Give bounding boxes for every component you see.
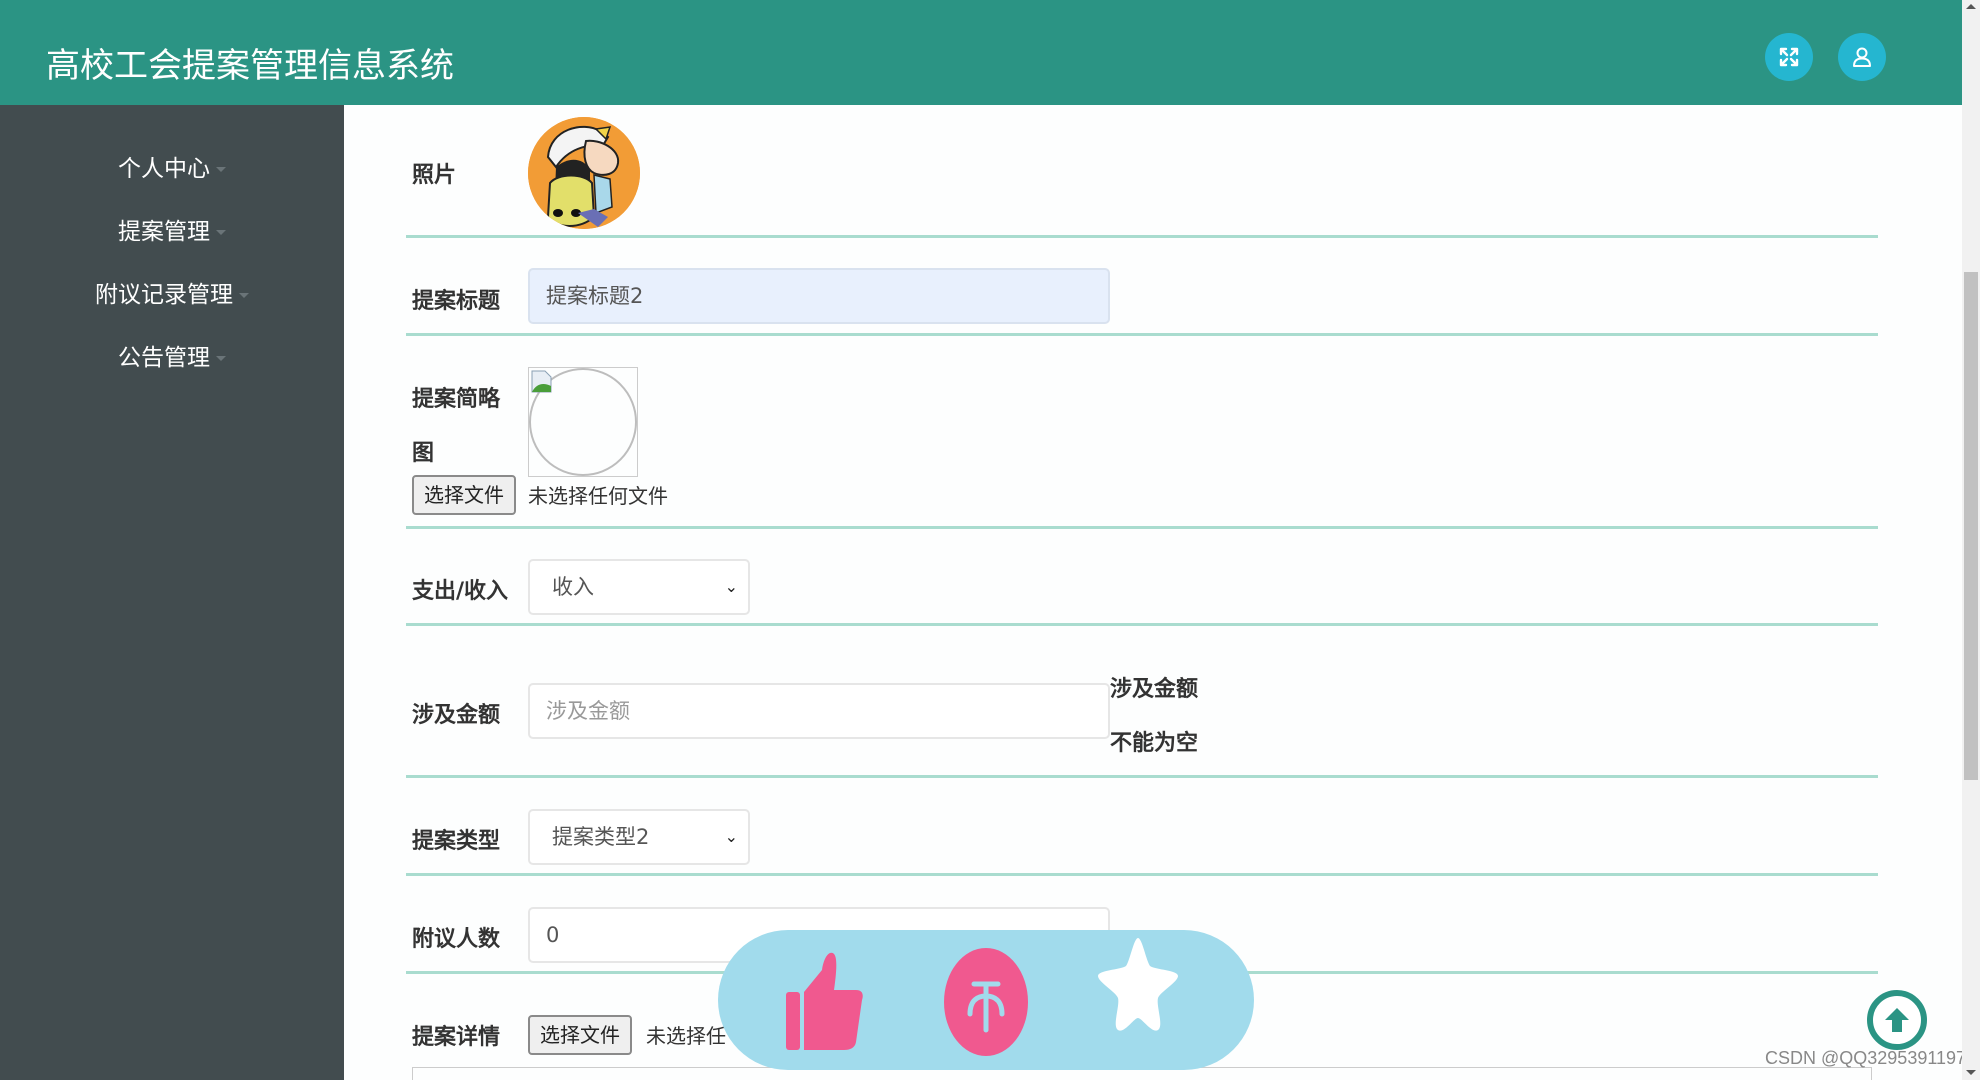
thumbnail-label-line1: 提案简略 <box>412 387 501 412</box>
sidebar-item-endorsement-records[interactable]: 附议记录管理 <box>0 275 344 309</box>
supporter-count-value: 0 <box>546 923 560 947</box>
fullscreen-expand-icon <box>1779 47 1799 67</box>
row-divider <box>406 526 1878 529</box>
scroll-down-arrow-icon[interactable] <box>1966 1070 1976 1075</box>
expense-income-selected: 收入 <box>552 575 594 599</box>
thumbnail-label-line2: 图 <box>412 441 435 466</box>
thumbnail-choose-file-button[interactable]: 选择文件 <box>412 475 516 515</box>
amount-error-line1: 涉及金额 <box>1110 677 1199 702</box>
sidebar-item-personal-center[interactable]: 个人中心 <box>0 149 344 183</box>
supporter-count-label: 附议人数 <box>412 927 501 952</box>
photo-avatar[interactable] <box>528 117 640 229</box>
sidebar-item-label: 个人中心 <box>118 156 210 182</box>
broken-image-icon <box>531 370 552 393</box>
amount-label: 涉及金额 <box>412 703 501 728</box>
sidebar-item-label: 提案管理 <box>118 219 210 245</box>
page-scrollbar[interactable] <box>1962 0 1980 1080</box>
favorite-button[interactable] <box>1094 934 1182 1034</box>
row-divider <box>406 623 1878 626</box>
proposal-type-label: 提案类型 <box>412 829 501 854</box>
proposal-type-select[interactable]: 提案类型2 ⌄ <box>528 809 750 865</box>
thumbnail-preview <box>528 367 638 477</box>
scrollbar-thumb[interactable] <box>1964 272 1978 780</box>
arrow-up-icon <box>1885 1008 1909 1032</box>
back-to-top-button[interactable] <box>1867 990 1927 1050</box>
scroll-up-arrow-icon[interactable] <box>1966 4 1976 9</box>
amount-error-line2: 不能为空 <box>1110 731 1199 756</box>
expense-income-select[interactable]: 收入 ⌄ <box>528 559 750 615</box>
details-file-status: 未选择任 <box>646 1024 726 1048</box>
watermark: CSDN @QQ3295391197 <box>1765 1048 1967 1068</box>
fullscreen-button[interactable] <box>1765 33 1813 81</box>
coin-button[interactable] <box>944 948 1028 1056</box>
row-divider <box>406 235 1878 238</box>
sidebar-item-proposal-management[interactable]: 提案管理 <box>0 212 344 246</box>
row-divider <box>406 873 1878 876</box>
coin-icon <box>967 981 1005 1033</box>
row-divider <box>406 775 1878 778</box>
chevron-down-icon: ⌄ <box>724 827 738 846</box>
title-input-value: 提案标题2 <box>546 284 644 308</box>
sidebar-item-announcements[interactable]: 公告管理 <box>0 338 344 372</box>
photo-label: 照片 <box>412 163 457 188</box>
caret-down-icon <box>239 293 249 298</box>
user-icon <box>1853 47 1871 67</box>
sidebar-item-label: 公告管理 <box>118 345 210 371</box>
thumbs-up-icon <box>786 952 863 1050</box>
details-choose-file-button[interactable]: 选择文件 <box>528 1015 632 1055</box>
sidebar-item-label: 附议记录管理 <box>95 282 233 308</box>
title-input[interactable]: 提案标题2 <box>528 268 1110 324</box>
thumbnail-file-status: 未选择任何文件 <box>528 484 668 508</box>
chevron-down-icon: ⌄ <box>724 577 738 596</box>
caret-down-icon <box>216 230 226 235</box>
details-label: 提案详情 <box>412 1025 501 1050</box>
caret-down-icon <box>216 356 226 361</box>
star-icon <box>1098 938 1178 1031</box>
expense-income-label: 支出/收入 <box>412 579 509 604</box>
cartoon-avatar-image <box>528 117 640 229</box>
app-header: 高校工会提案管理信息系统 <box>0 0 1962 105</box>
floating-action-bar <box>718 930 1254 1070</box>
proposal-type-selected: 提案类型2 <box>552 825 650 849</box>
amount-input-placeholder: 涉及金额 <box>546 699 630 723</box>
app-title: 高校工会提案管理信息系统 <box>46 46 454 86</box>
title-label: 提案标题 <box>412 289 501 314</box>
row-divider <box>406 333 1878 336</box>
caret-down-icon <box>216 167 226 172</box>
like-button[interactable] <box>784 950 864 1052</box>
amount-input[interactable]: 涉及金额 <box>528 683 1110 739</box>
user-menu-button[interactable] <box>1838 33 1886 81</box>
sidebar: 个人中心 提案管理 附议记录管理 公告管理 <box>0 105 344 1080</box>
